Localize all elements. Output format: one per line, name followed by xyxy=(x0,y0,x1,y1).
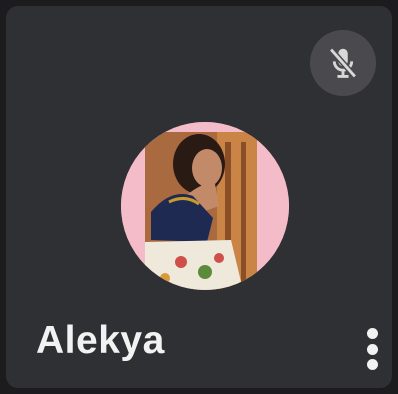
participant-tile[interactable]: Alekya xyxy=(6,6,392,388)
more-vert-icon xyxy=(366,328,378,339)
participant-name: Alekya xyxy=(36,319,165,362)
avatar xyxy=(121,122,289,290)
avatar-photo xyxy=(121,122,289,290)
more-options-button[interactable] xyxy=(356,324,388,374)
mic-off-icon xyxy=(328,47,358,79)
mic-muted-badge xyxy=(310,30,376,96)
